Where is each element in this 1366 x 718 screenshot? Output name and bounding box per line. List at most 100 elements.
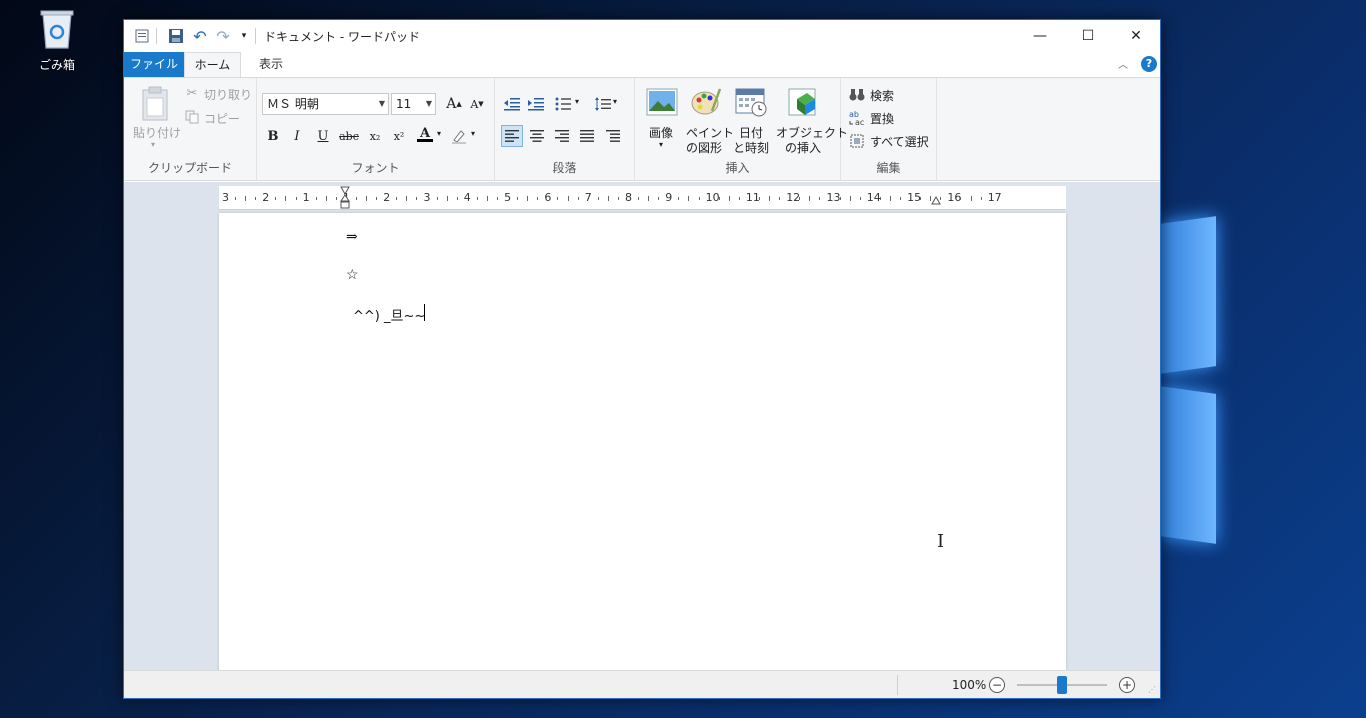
paste-icon[interactable] [136,84,174,124]
ruler-tick-mark [406,196,408,201]
document-line-3[interactable]: ^^) _旦~~ [353,305,425,324]
editing-group-label: 編集 [876,161,901,175]
ruler-tick-mark [325,196,327,201]
save-icon[interactable] [166,26,186,46]
minimize-button[interactable]: — [1016,20,1064,52]
document-area[interactable]: 3211234567891011121314151617 ⇒ ☆ ^^) _旦~… [124,182,1160,670]
datetime-label-2[interactable]: と時刻 [733,139,769,156]
justify-icon[interactable] [576,125,598,147]
close-button[interactable]: ✕ [1112,20,1160,52]
chevron-down-icon[interactable]: ▾ [613,97,617,106]
left-indent-marker[interactable] [340,186,350,210]
ibeam-cursor-icon: I [937,531,945,552]
chevron-down-icon[interactable]: ▾ [437,129,441,138]
maximize-button[interactable]: ☐ [1064,20,1112,52]
recycle-bin-icon [37,6,77,50]
tab-home[interactable]: ホーム [184,52,241,78]
highlight-icon[interactable] [448,125,470,147]
ruler-tick-label: 16 [947,191,962,204]
resize-grip-icon[interactable]: ⋰ [1148,685,1156,694]
insert-object-label-2[interactable]: の挿入 [785,139,821,156]
align-right-icon[interactable] [551,125,573,147]
ruler-tick-mark [799,197,801,200]
right-indent-marker[interactable] [931,194,941,210]
calendar-clock-icon[interactable] [734,86,768,118]
cut-button[interactable]: 切り取り [204,86,252,103]
zoom-in-button[interactable]: + [1119,677,1135,693]
ruler-tick-label: 10 [705,191,720,204]
help-icon[interactable]: ? [1141,56,1157,72]
zoom-out-button[interactable]: − [989,677,1005,693]
ruler-tick-label: 1 [302,191,310,204]
grow-font-button[interactable]: A ▲ [443,93,465,115]
ruler-tick-mark [517,197,519,200]
increase-indent-icon[interactable] [525,93,547,115]
ruler-tick-mark [718,197,720,200]
ruler-tick-label: 6 [544,191,552,204]
ruler-tick-mark [476,197,478,200]
align-left-icon[interactable] [501,125,523,147]
font-color-button[interactable]: A [414,123,436,145]
select-all-button[interactable]: すべて選択 [870,133,929,150]
paint-drawing-label-2[interactable]: の図形 [686,139,722,156]
ruler-tick-mark [688,196,690,201]
copy-button[interactable]: コピー [204,110,240,127]
tab-view[interactable]: 表示 [248,52,294,77]
ruler-tick-mark [416,197,418,200]
recycle-bin[interactable]: ごみ箱 [24,4,90,73]
find-button[interactable]: 検索 [870,87,894,104]
ruler-tick-mark [678,197,680,200]
customize-qat-icon[interactable]: ▾ [234,26,254,46]
replace-button[interactable]: 置換 [870,110,894,127]
bullets-icon[interactable] [552,93,574,115]
ruler-tick-mark [335,197,337,200]
insert-picture-button[interactable]: 画像 [649,124,673,141]
collapse-ribbon-icon[interactable]: ︿ [1118,56,1128,71]
superscript-button[interactable]: x² [388,125,410,147]
picture-icon[interactable] [645,86,679,118]
font-size-select[interactable]: 11 ▼ [391,93,436,115]
wordpad-app-icon[interactable] [132,26,152,46]
document-page[interactable]: ⇒ ☆ ^^) _旦~~ I [219,213,1066,670]
zoom-slider-thumb[interactable] [1057,676,1067,694]
bold-button[interactable]: B [262,125,284,147]
ruler-tick-label: 7 [584,191,592,204]
shrink-font-button[interactable]: A ▼ [466,93,488,115]
insert-object-icon[interactable] [786,86,820,118]
chevron-down-icon[interactable]: ▾ [575,97,579,106]
copy-icon [184,109,200,125]
paste-dropdown-icon[interactable]: ▾ [151,140,155,149]
windows-logo-wallpaper [1150,180,1366,580]
ruler-tick-mark [577,197,579,200]
subscript-button[interactable]: x₂ [364,125,386,147]
document-line-2[interactable]: ☆ [346,267,359,283]
paste-button[interactable]: 貼り付け [133,124,181,141]
document-line-1[interactable]: ⇒ [346,229,358,245]
ruler-tick-label: 2 [383,191,391,204]
ruler-tick-mark [879,197,881,200]
paragraph-settings-icon[interactable] [602,125,624,147]
redo-icon[interactable]: ↷ [213,26,233,46]
ruler[interactable]: 3211234567891011121314151617 [219,186,1066,210]
ruler-tick-label: 13 [826,191,841,204]
ruler-tick-mark [889,196,891,201]
ruler-tick-mark [255,197,257,200]
ruler-tick-mark [285,196,287,201]
ruler-tick-mark [537,197,539,200]
chevron-down-icon[interactable]: ▾ [471,129,475,138]
window-title: ドキュメント - ワードパッド [264,30,420,44]
align-center-icon[interactable] [526,125,548,147]
font-family-select[interactable]: ＭＳ 明朝 ▼ [262,93,389,115]
underline-button[interactable]: U [312,125,334,147]
paint-drawing-icon[interactable] [689,86,723,118]
strikethrough-button[interactable]: abc [338,125,360,147]
decrease-indent-icon[interactable] [501,93,523,115]
chevron-down-icon[interactable]: ▾ [659,140,663,149]
italic-button[interactable]: I [286,125,308,147]
ruler-tick-mark [920,197,922,200]
line-spacing-icon[interactable] [592,93,614,115]
undo-icon[interactable]: ↶ [190,26,210,46]
ruler-tick-mark [527,196,529,201]
ruler-tick-mark [557,197,559,200]
tab-file[interactable]: ファイル [124,52,184,77]
